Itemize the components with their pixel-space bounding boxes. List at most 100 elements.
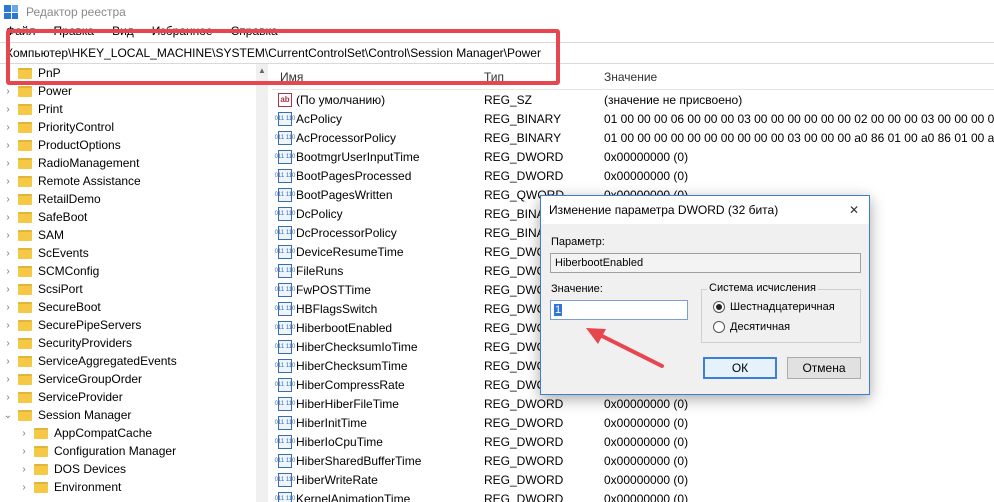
value-data-cell: 01 00 00 00 00 00 00 00 00 00 00 03 00 0… (604, 130, 994, 145)
expand-chevron-icon[interactable]: › (2, 320, 14, 331)
string-value-icon: ab (278, 92, 292, 107)
tree-item[interactable]: › ServiceProvider (0, 388, 267, 406)
tree-item[interactable]: › RadioManagement (0, 154, 267, 172)
table-row[interactable]: 011 110 KernelAnimationTime REG_DWORD 0x000… (272, 489, 994, 502)
radio-hexadecimal[interactable]: Шестнадцатеричная (713, 301, 835, 313)
tree-item[interactable]: › PriorityControl (0, 118, 267, 136)
tree-scrollbar[interactable]: ▲ (256, 64, 268, 502)
tree-item[interactable]: › PnP (0, 64, 267, 82)
table-row[interactable]: 011 110 HiberHiberFileTime REG_DWORD 0x0000… (272, 394, 994, 413)
tree-item[interactable]: › Configuration Manager (0, 442, 267, 460)
tree-item-label: SecureBoot (38, 300, 101, 314)
tree-item-label: Environment (54, 480, 122, 494)
tree-item[interactable]: › ServiceAggregatedEvents (0, 352, 267, 370)
tree-item[interactable]: › SCMConfig (0, 262, 267, 280)
binary-value-icon: 011 110 (275, 472, 295, 487)
address-path[interactable]: Компьютер\HKEY_LOCAL_MACHINE\SYSTEM\Curr… (6, 46, 541, 60)
cancel-button[interactable]: Отмена (787, 357, 861, 379)
expand-chevron-icon[interactable]: › (2, 212, 14, 223)
tree-item[interactable]: › SecureBoot (0, 298, 267, 316)
column-header-name[interactable]: Имя (272, 70, 484, 84)
column-header-type[interactable]: Тип (484, 70, 604, 84)
tree-item[interactable]: › SafeBoot (0, 208, 267, 226)
menu-edit[interactable]: Правка (54, 24, 95, 42)
radio-unselected-icon[interactable] (713, 321, 725, 333)
value-type-cell: REG_DWORD (484, 149, 564, 164)
tree-item[interactable]: › ScsiPort (0, 280, 267, 298)
expand-chevron-icon[interactable]: › (2, 230, 14, 241)
menu-file[interactable]: Файл (6, 24, 36, 42)
expand-chevron-icon[interactable]: › (18, 464, 30, 475)
tree-item[interactable]: › Print (0, 100, 267, 118)
tree-item[interactable]: › ScEvents (0, 244, 267, 262)
value-input[interactable]: 1 (550, 300, 688, 320)
tree-item[interactable]: › SecurePipeServers (0, 316, 267, 334)
tree-item[interactable]: › Power (0, 82, 267, 100)
tree-item[interactable]: › SecurityProviders (0, 334, 267, 352)
expand-chevron-icon[interactable]: › (2, 158, 14, 169)
expand-chevron-icon[interactable]: › (18, 446, 30, 457)
tree-item-label: ServiceGroupOrder (38, 372, 143, 386)
table-row[interactable]: 011 110 HiberInitTime REG_DWORD 0x00000000 … (272, 413, 994, 432)
tree-item[interactable]: › RetailDemo (0, 190, 267, 208)
expand-chevron-icon[interactable]: › (2, 266, 14, 277)
expand-chevron-icon[interactable]: › (2, 86, 14, 97)
tree-item[interactable]: › Remote Assistance (0, 172, 267, 190)
expand-chevron-icon[interactable]: › (2, 338, 14, 349)
expand-chevron-icon[interactable]: › (18, 428, 30, 439)
value-type-cell: REG_DWORD (484, 168, 564, 183)
expand-chevron-icon[interactable]: › (2, 176, 14, 187)
table-row[interactable]: 011 110 AcPolicy REG_BINARY 01 00 00 00 06 … (272, 109, 994, 128)
tree-item-label: SecurePipeServers (38, 318, 142, 332)
expand-chevron-icon[interactable]: › (2, 392, 14, 403)
tree-item[interactable]: › SAM (0, 226, 267, 244)
expand-chevron-icon[interactable]: › (2, 140, 14, 151)
expand-chevron-icon[interactable]: › (2, 248, 14, 259)
value-name-cell: 011 110 AcPolicy (272, 111, 484, 126)
expand-chevron-icon[interactable]: › (2, 302, 14, 313)
expand-chevron-icon[interactable]: › (2, 374, 14, 385)
expand-chevron-icon[interactable]: ⌄ (2, 410, 14, 421)
menu-favorites[interactable]: Избранное (152, 24, 213, 42)
table-row[interactable]: 011 110 HiberIoCpuTime REG_DWORD 0x00000000… (272, 432, 994, 451)
value-name-text: HBFlagsSwitch (296, 301, 378, 316)
table-row[interactable]: 011 110 HiberSharedBufferTime REG_DWORD 0x0… (272, 451, 994, 470)
value-name-cell: 011 110 KernelAnimationTime (272, 491, 484, 502)
column-header-data[interactable]: Значение (604, 70, 994, 84)
menu-view[interactable]: Вид (112, 24, 134, 42)
table-row[interactable]: 011 110 BootmgrUserInputTime REG_DWORD 0x00… (272, 147, 994, 166)
expand-chevron-icon[interactable]: › (2, 356, 14, 367)
value-name-text: HiberWriteRate (296, 472, 378, 487)
radio-decimal[interactable]: Десятичная (713, 321, 790, 333)
tree-item[interactable]: › ProductOptions (0, 136, 267, 154)
tree-item[interactable]: › AppCompatCache (0, 424, 267, 442)
tree-item-label: DOS Devices (54, 462, 127, 476)
value-name-cell: 011 110 AcProcessorPolicy (272, 130, 484, 145)
ok-button[interactable]: ОК (703, 357, 777, 379)
tree-item[interactable]: › DOS Devices (0, 460, 267, 478)
value-name-cell: 011 110 HiberCompressRate (272, 377, 484, 392)
tree-item[interactable]: ⌄ Session Manager (0, 406, 267, 424)
tree-item[interactable]: › ServiceGroupOrder (0, 370, 267, 388)
radio-selected-icon[interactable] (713, 301, 725, 313)
expand-chevron-icon[interactable]: › (2, 284, 14, 295)
binary-value-icon: 011 110 (275, 111, 295, 126)
value-text[interactable]: 1 (554, 304, 563, 316)
value-data-cell: 0x00000000 (0) (604, 149, 689, 164)
tree-item[interactable]: › Environment (0, 478, 267, 496)
table-row[interactable]: 011 110 BootPagesProcessed REG_DWORD 0x0000… (272, 166, 994, 185)
folder-icon (18, 319, 32, 331)
expand-chevron-icon[interactable]: › (2, 68, 14, 79)
expand-chevron-icon[interactable]: › (2, 104, 14, 115)
address-bar[interactable]: Компьютер\HKEY_LOCAL_MACHINE\SYSTEM\Curr… (0, 42, 994, 64)
expand-chevron-icon[interactable]: › (18, 482, 30, 493)
expand-chevron-icon[interactable]: › (2, 122, 14, 133)
table-row[interactable]: 011 110 HiberWriteRate REG_DWORD 0x00000000… (272, 470, 994, 489)
value-type-cell: REG_DWORD (484, 453, 564, 468)
close-icon[interactable]: ✕ (849, 203, 859, 217)
table-row[interactable]: ab (По умолчанию) REG_SZ (значение не присв… (272, 90, 994, 109)
scroll-up-icon[interactable]: ▲ (258, 66, 266, 75)
table-row[interactable]: 011 110 AcProcessorPolicy REG_BINARY 01 00 … (272, 128, 994, 147)
menu-help[interactable]: Справка (231, 24, 278, 42)
expand-chevron-icon[interactable]: › (2, 194, 14, 205)
